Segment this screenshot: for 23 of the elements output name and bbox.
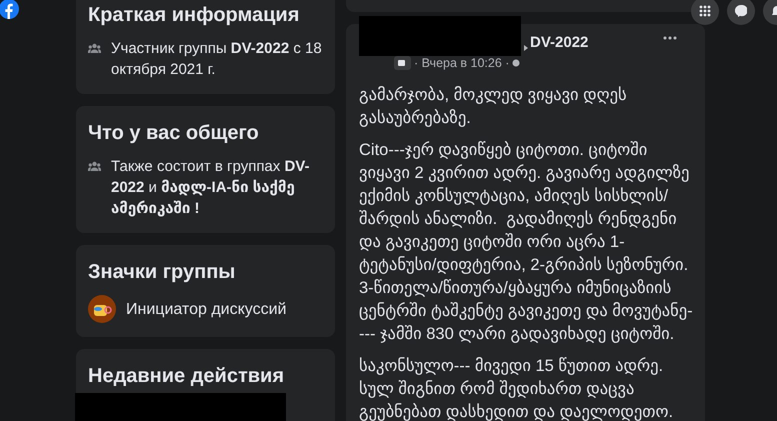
more-icon[interactable]	[663, 36, 677, 40]
badge-label: Инициатор дискуссий	[126, 300, 286, 320]
cup-icon	[394, 56, 411, 70]
post-paragraph: გამარჯობა, მოკლედ ვიყავი დღეს გასაუბრებაზე.	[359, 85, 628, 129]
card-title: Недавние действия	[88, 364, 286, 389]
caret-icon	[524, 45, 528, 51]
menu-button[interactable]	[691, 0, 719, 25]
group-name-link[interactable]: DV-2022	[530, 34, 588, 51]
messenger-icon	[735, 5, 747, 17]
group-icon	[88, 161, 101, 171]
group-icon	[88, 43, 101, 53]
post-time[interactable]: · Вчера в 10:26 ·	[414, 56, 510, 70]
card-title: Значки группы	[88, 260, 236, 285]
card-title: Краткая информация	[88, 3, 300, 28]
card-title: Что у вас общего	[88, 121, 260, 146]
membership-text: Участник группы DV-2022 с 18 октября 2021 г.	[111, 39, 323, 80]
post-paragraph: საკონსულო--- მივედი 15 წუთით ადრე. სულ შიგნით რომ შედიხართ დაცვა გეუბნებათ დასხედით და დაელოდეთო.	[359, 356, 674, 421]
coffee-cup-badge-icon	[88, 295, 116, 323]
membership-text: Также состоит в группах DV-2022 и მადლ-IA-ნი საქმე ამერიკაში !	[111, 157, 310, 219]
messenger-button[interactable]	[727, 0, 755, 25]
facebook-logo-icon[interactable]	[0, 0, 19, 19]
post-paragraph: Cito---ჯერ დავიწყებ ციტოთი. ციტოში ვიყავი 2 კვირით ადრე. გავიარე ადგილზე ექიმის კონსულტაცია, ამიღეს სისხლის/შარდის ანალიზი. გადამიღეს რენდგენი და გავიკეთე ციტოში ორი აცრა 1-ტეტანუსი/დიფტერია, 2-გრიპის სეზონური. 3-წითელა/წითურა/ყბაყურა იმუნიცაზიის ცენტრში ტაშკენტე გავიკეთე და მოვუტანე---- ჯამში 830 ლარი გადავიხადე ციტოში.	[359, 140, 693, 345]
grid-menu-icon	[699, 5, 711, 17]
